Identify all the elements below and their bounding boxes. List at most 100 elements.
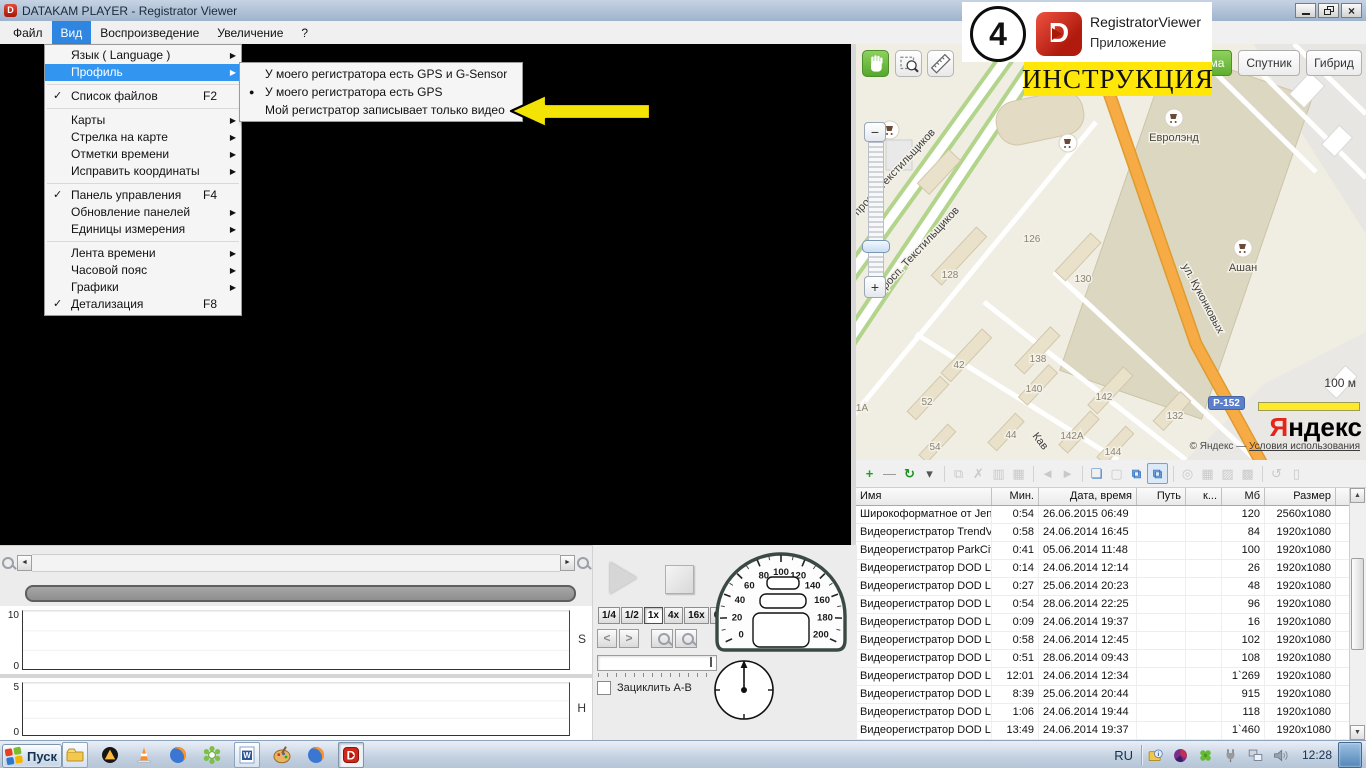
grid2-icon[interactable]: ▨ [1218, 464, 1237, 483]
power-icon[interactable] [1221, 745, 1241, 765]
scroll-up-button[interactable]: ▲ [1350, 488, 1365, 503]
explorer-icon[interactable] [62, 742, 88, 768]
scroll-down-button[interactable]: ▼ [1350, 725, 1365, 740]
ruler-tool-button[interactable] [927, 50, 954, 77]
zoom-in-button[interactable] [675, 629, 697, 648]
more-icon[interactable]: ▾ [920, 464, 939, 483]
save-icon[interactable]: ▥ [989, 464, 1008, 483]
view-menu-item[interactable]: Обновление панелей▶ [45, 204, 241, 221]
table-row[interactable]: Видеорегистратор TrendVision TV-10.0:582… [856, 524, 1366, 542]
doc-icon[interactable]: ▯ [1287, 464, 1306, 483]
rotate-icon[interactable]: ↺ [1267, 464, 1286, 483]
column-header-2[interactable]: Мин. [992, 488, 1039, 505]
view-menu-item[interactable]: Графики▶ [45, 279, 241, 296]
view-menu-item[interactable]: Отметки времени▶ [45, 146, 241, 163]
profile-submenu-item[interactable]: У моего регистратора есть GPS и G-Sensor [240, 65, 522, 83]
map-panel[interactable]: просп. Текстильщиковпросп. Текстильщиков… [856, 44, 1366, 460]
network-icon[interactable] [1246, 745, 1266, 765]
map-zoom-track[interactable] [868, 142, 884, 278]
table-row[interactable]: Видеорегистратор DOD LS430W про.0:1424.0… [856, 560, 1366, 578]
table-row[interactable]: Видеорегистратор DOD LS430W про.12:0124.… [856, 668, 1366, 686]
redo-icon[interactable]: ► [1058, 464, 1077, 483]
aimp-icon[interactable] [98, 743, 122, 767]
table-row[interactable]: Видеорегистратор DOD LS430W про.0:5428.0… [856, 596, 1366, 614]
view-menu-item[interactable]: Часовой пояс▶ [45, 262, 241, 279]
volume-icon[interactable] [1271, 745, 1291, 765]
speed-button-1-4[interactable]: 1/4 [598, 607, 620, 624]
menubar-item-?[interactable]: ? [292, 21, 317, 44]
speed-button-4x[interactable]: 4x [664, 607, 683, 624]
view-menu-item[interactable]: Стрелка на карте▶ [45, 129, 241, 146]
table-row[interactable]: Видеорегистратор DOD LS430W про.1:0624.0… [856, 704, 1366, 722]
scroll-thumb[interactable] [1351, 558, 1364, 650]
speed-button-16x[interactable]: 16x [684, 607, 709, 624]
view-menu-item[interactable]: Список файлов✓F2 [45, 88, 241, 105]
zoom-select-tool-button[interactable] [895, 50, 922, 77]
view-menu-item[interactable]: Карты▶ [45, 112, 241, 129]
timeline-bar[interactable] [25, 585, 576, 602]
close-button[interactable]: × [1341, 3, 1362, 18]
grid3-icon[interactable]: ▩ [1238, 464, 1257, 483]
map-mode-satellite-button[interactable]: Спутник [1238, 50, 1300, 76]
view-menu-item[interactable]: Язык ( Language )▶ [45, 47, 241, 64]
start-button[interactable]: Пуск [2, 744, 62, 768]
timeline-zoom-out-icon[interactable] [2, 557, 15, 570]
column-header-3[interactable]: Дата, время [1039, 488, 1137, 505]
settings-icon[interactable]: ▦ [1009, 464, 1028, 483]
step-forward-button[interactable]: > [619, 629, 639, 648]
table-row[interactable]: Видеорегистратор DOD LS430W про.0:5824.0… [856, 632, 1366, 650]
profile-submenu-item[interactable]: У моего регистратора есть GPS● [240, 83, 522, 101]
timeline-scroll-right-button[interactable]: ► [560, 555, 575, 571]
loop-ab-checkbox[interactable] [597, 681, 611, 695]
table-row[interactable]: Видеорегистратор DOD LS430W про.13:4924.… [856, 722, 1366, 740]
table-row[interactable]: Видеорегистратор ParkCity HD 750 т.0:410… [856, 542, 1366, 560]
play-button[interactable] [610, 562, 637, 594]
menubar-item-воспроизведение[interactable]: Воспроизведение [91, 21, 208, 44]
add-file-icon[interactable]: + [860, 464, 879, 483]
refresh-icon[interactable]: ↻ [900, 464, 919, 483]
show-desktop-button[interactable] [1338, 742, 1362, 768]
view-menu-item[interactable]: Профиль▶ [45, 64, 241, 81]
firefox2-icon[interactable] [304, 743, 328, 767]
table-row[interactable]: Видеорегистратор DOD LS430W про.0:0924.0… [856, 614, 1366, 632]
table-row[interactable]: Видеорегистратор DOD LS430W про.0:2725.0… [856, 578, 1366, 596]
table-scrollbar[interactable]: ▲ ▼ [1349, 488, 1366, 740]
add-panel-icon[interactable]: ❏ [1087, 464, 1106, 483]
icq-tray-icon[interactable] [1196, 745, 1216, 765]
view-menu-item[interactable]: Исправить координаты▶ [45, 163, 241, 180]
vlc-icon[interactable] [132, 743, 156, 767]
view-menu-item[interactable]: Лента времени▶ [45, 245, 241, 262]
datakam-icon[interactable]: D [338, 742, 364, 768]
grid-icon[interactable]: ▦ [1198, 464, 1217, 483]
layers-icon[interactable]: ⧉ [1127, 464, 1146, 483]
timeline-scroll-track[interactable] [32, 554, 560, 572]
taskbar-clock[interactable]: 12:28 [1302, 748, 1332, 762]
restore-button[interactable] [1318, 3, 1339, 18]
panel-icon[interactable]: ▢ [1107, 464, 1126, 483]
view-menu-item[interactable]: Детализация✓F8 [45, 296, 241, 313]
column-header-1[interactable]: Имя [856, 488, 992, 505]
language-indicator[interactable]: RU [1114, 748, 1133, 763]
table-row[interactable]: Видеорегистратор DOD LS430W про.0:5128.0… [856, 650, 1366, 668]
menubar-item-файл[interactable]: Файл [4, 21, 52, 44]
paint-icon[interactable] [270, 743, 294, 767]
map-mode-hybrid-button[interactable]: Гибрид [1306, 50, 1362, 76]
map-zoom-handle[interactable] [862, 240, 890, 253]
speed-button-1x[interactable]: 1x [644, 607, 663, 624]
menubar-item-вид[interactable]: Вид [52, 21, 92, 44]
column-header-7[interactable]: Размер [1265, 488, 1336, 505]
menubar-item-увеличение[interactable]: Увеличение [208, 21, 292, 44]
stop-button[interactable] [665, 565, 694, 594]
remove-file-icon[interactable]: — [880, 464, 899, 483]
minimize-button[interactable] [1295, 3, 1316, 18]
update-icon[interactable]: i [1146, 745, 1166, 765]
disc-icon[interactable]: ◎ [1178, 464, 1197, 483]
map-zoom-in-button[interactable]: + [864, 276, 886, 298]
timeline-scroll-left-button[interactable]: ◄ [17, 555, 32, 571]
terms-of-use-link[interactable]: Условия использования [1249, 441, 1360, 452]
zoom-out-button[interactable] [651, 629, 673, 648]
pan-tool-button[interactable] [862, 50, 889, 77]
ab-range-slider[interactable] [597, 655, 717, 671]
delete-icon[interactable]: ✗ [969, 464, 988, 483]
app-tray-icon[interactable] [1171, 745, 1191, 765]
